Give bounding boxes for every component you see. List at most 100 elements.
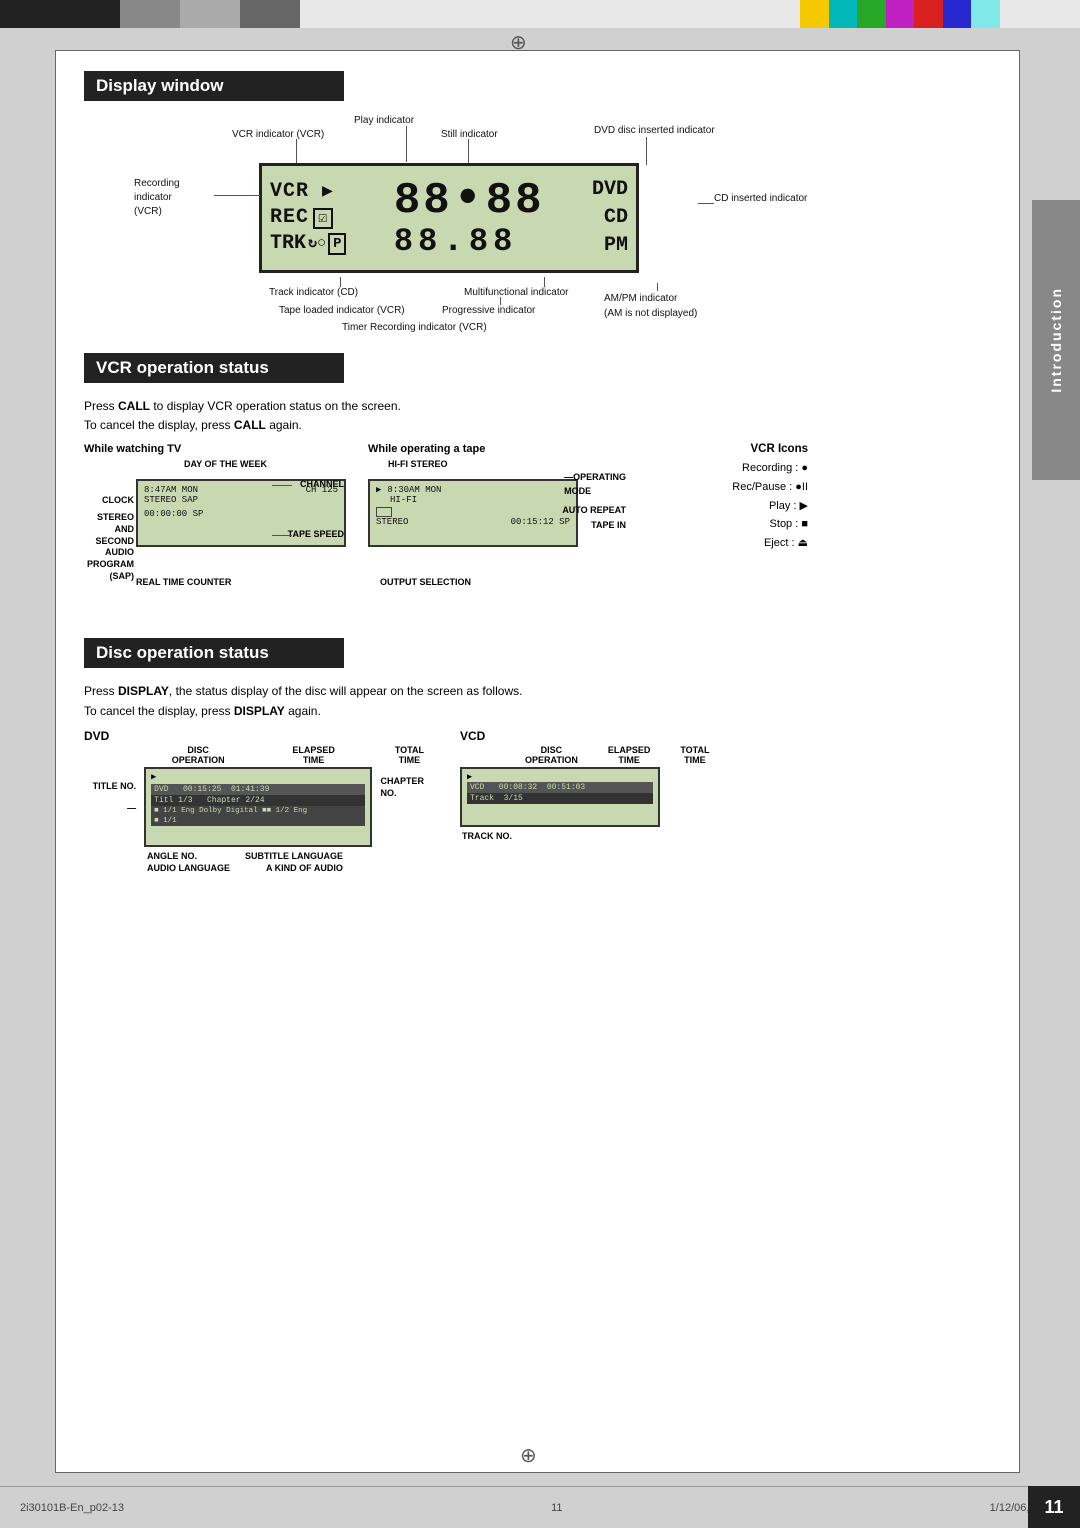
dvd-disc-label: DVD disc inserted indicator (594, 125, 715, 136)
vcr-diagrams: While watching TV CLOCK STEREO ANDSECOND… (84, 443, 991, 622)
disc-op-label: DISC OPERATION (164, 745, 232, 765)
channel-line (272, 485, 292, 486)
hifi-stereo-label: HI-FI STEREO (388, 459, 448, 469)
top-bar-gray1 (120, 0, 180, 28)
total-time-label: TOTALTIME (395, 745, 424, 765)
progressive-line (500, 297, 501, 305)
lcd-center-display: 88•8888.88 (350, 176, 588, 261)
vcr-label: VCR ▶ (270, 179, 334, 205)
lcd-left-labels: VCR ▶ REC ☑ TRK ↻○ P (270, 179, 346, 257)
vcr-icons-panel: VCR Icons Recording : ● Rec/Pause : ●II … (652, 443, 812, 552)
vcr-stop-icon: Stop : ■ (656, 515, 808, 534)
blue-block (943, 0, 972, 28)
vcr-recording-icon: Recording : ● (656, 459, 808, 478)
dvd-line5: ■ 1/1 (151, 816, 365, 826)
lcd-display: VCR ▶ REC ☑ TRK ↻○ P 88•8888.88 DVD CD P… (259, 163, 639, 273)
top-crosshair: ⊕ (510, 30, 527, 55)
multifunctional-line (544, 277, 545, 287)
top-color-bar (0, 0, 1080, 28)
vcr-indicator-line (296, 139, 297, 165)
dvd-bottom-labels2: AUDIO LANGUAGE A KIND OF AUDIO (147, 863, 424, 873)
track-indicator-label: Track indicator (CD) (269, 287, 358, 298)
vcd-line2: VCD 00:08:32 00:51:03 (467, 782, 653, 793)
vcr-tv-diagram: While watching TV CLOCK STEREO ANDSECOND… (84, 443, 344, 622)
disc-press-text: Press DISPLAY, the status display of the… (84, 682, 991, 720)
auto-repeat-label: AUTO REPEAT (562, 505, 626, 515)
vcr-tape-container: HI-FI STEREO ▶8:30AM MON HI-FI STEREO00:… (368, 457, 628, 622)
subtitle-lang-label: SUBTITLE LANGUAGE (245, 851, 343, 861)
vcr-tape-diagram: While operating a tape HI-FI STEREO ▶8:3… (368, 443, 628, 622)
dvd-line4: ■ 1/1 Eng Dolby Digital ■■ 1/2 Eng (151, 806, 365, 816)
tape-loaded-label: Tape loaded indicator (VCR) (279, 305, 405, 316)
dvd-line1: ▶ (151, 772, 365, 782)
vcd-line1: ▶ (467, 772, 653, 782)
display-window-header: Display window (84, 71, 344, 101)
while-tv-label: While watching TV (84, 443, 344, 455)
magenta-block (886, 0, 915, 28)
top-bar-gray2 (180, 0, 240, 28)
seven-segment: 88•8888.88 (394, 176, 545, 261)
vcr-indicator-label: VCR indicator (VCR) (232, 129, 324, 140)
real-time-counter-label: REAL TIME COUNTER (136, 577, 231, 587)
display-window-section: Display window Play indicator VCR indica… (84, 71, 991, 335)
vcd-elapsed-label: ELAPSEDTIME (608, 745, 651, 765)
vcr-recpause-icon: Rec/Pause : ●II (656, 478, 808, 497)
cd-inserted-line (698, 203, 714, 204)
channel-label: CHANNEL (300, 479, 344, 489)
while-tape-label: While operating a tape (368, 443, 628, 455)
vcr-tape-screen: ▶8:30AM MON HI-FI STEREO00:15:12 SP (368, 479, 578, 547)
recording-indicator-line (214, 195, 260, 196)
footer-center: 11 (551, 1502, 562, 1514)
tape-screen-line2: HI-FI (376, 495, 570, 505)
operating-mode-label: —OPERATINGMODE (564, 471, 626, 498)
title-no-label: TITLE NO. — (84, 775, 136, 820)
tape-screen-line1: ▶8:30AM MON (376, 485, 570, 495)
main-content: Display window Play indicator VCR indica… (55, 50, 1020, 1473)
color-blocks (800, 0, 1000, 28)
vcd-disc-op-label: DISC OPERATION (525, 745, 578, 765)
trk-label: TRK ↻○ P (270, 231, 346, 257)
tape-speed-line (272, 535, 292, 536)
disc-operation-section: Disc operation status Press DISPLAY, the… (84, 638, 991, 928)
tv-screen-line2: STEREO SAP (144, 495, 338, 505)
rec-label: REC ☑ (270, 205, 333, 231)
play-indicator-line (406, 126, 407, 162)
light-cyan-block (971, 0, 1000, 28)
angle-no-label: ANGLE NO. (147, 851, 197, 861)
dvd-label: DVD (592, 176, 628, 204)
top-bar-end (1000, 0, 1080, 28)
vcd-top-labels: DISC OPERATION ELAPSEDTIME TOTALTIME (525, 745, 700, 765)
vcr-tv-container: CLOCK STEREO ANDSECONDAUDIOPROGRAM(SAP) … (84, 457, 344, 622)
elapsed-time-label: ELAPSEDTIME (292, 745, 335, 765)
page-number: 11 (1044, 1497, 1063, 1518)
disc-diagrams: DVD DISC OPERATION ELAPSEDTIME TOTALTIME… (84, 729, 991, 929)
page-number-box: 11 (1028, 1486, 1080, 1528)
dvd-bottom-labels: ANGLE NO. SUBTITLE LANGUAGE (147, 851, 424, 861)
top-bar-gray3 (240, 0, 300, 28)
progressive-indicator-label: Progressive indicator (442, 305, 535, 316)
red-block (914, 0, 943, 28)
play-indicator-label: Play indicator (354, 115, 414, 126)
tape-in-label: TAPE IN (591, 520, 626, 530)
disc-operation-header: Disc operation status (84, 638, 344, 668)
dvd-top-labels: DISC OPERATION ELAPSEDTIME TOTALTIME (164, 745, 424, 765)
side-tab-label: Introduction (1048, 287, 1064, 393)
tape-screen-line3 (376, 507, 570, 517)
vcd-total-label: TOTALTIME (680, 745, 709, 765)
clock-label: CLOCK (84, 495, 134, 507)
vcr-play-icon: Play : ▶ (656, 497, 808, 516)
green-block (857, 0, 886, 28)
dvd-screen-row: TITLE NO. — ▶ DVD 00:15:25 01:41:39 Titl… (84, 767, 424, 847)
yellow-block (800, 0, 829, 28)
top-bar-spacer (300, 0, 800, 28)
vcr-operation-section: VCR operation status Press CALL to displ… (84, 353, 991, 622)
audio-lang-label: AUDIO LANGUAGE (147, 863, 230, 873)
timer-recording-label: Timer Recording indicator (VCR) (342, 322, 487, 333)
pm-label: PM (604, 232, 628, 260)
dvd-disc-line (646, 137, 647, 165)
vcr-press-text: Press CALL to display VCR operation stat… (84, 397, 991, 435)
vcr-operation-header: VCR operation status (84, 353, 344, 383)
cyan-block (829, 0, 858, 28)
output-selection-label: OUTPUT SELECTION (380, 577, 471, 587)
multifunctional-label: Multifunctional indicator (464, 287, 569, 298)
